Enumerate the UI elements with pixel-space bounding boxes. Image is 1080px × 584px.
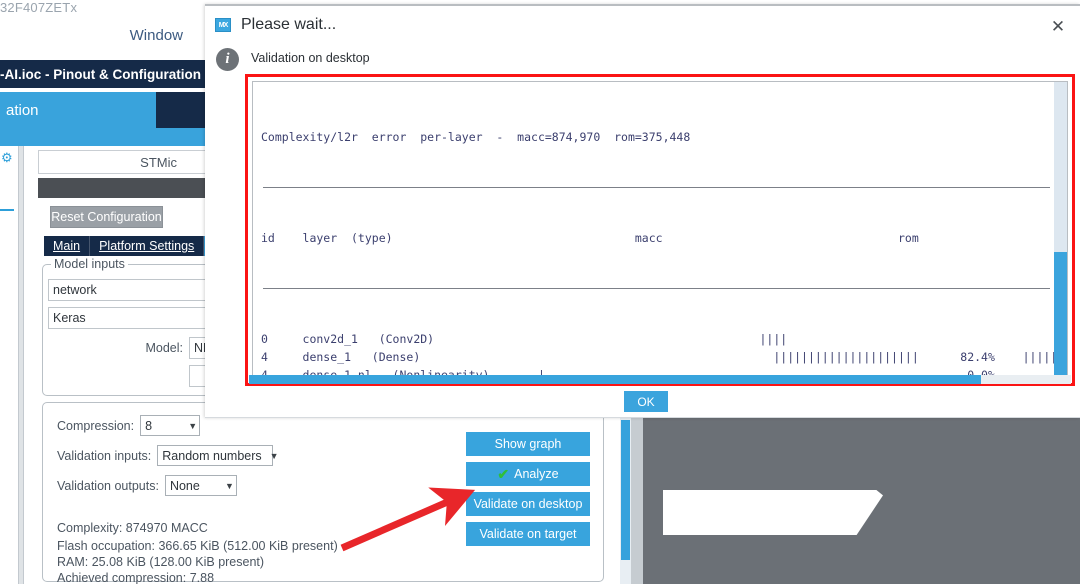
close-icon[interactable]: ✕ bbox=[1046, 15, 1070, 37]
left-rail: ⚙ bbox=[0, 146, 16, 584]
validation-outputs-value: None bbox=[169, 478, 200, 493]
tab-next[interactable] bbox=[156, 92, 205, 128]
ram-stat: RAM: 25.08 KiB (128.00 KiB present) bbox=[57, 555, 265, 569]
dialog-info-text: Validation on desktop bbox=[251, 51, 370, 65]
please-wait-dialog: MX Please wait... ✕ i Validation on desk… bbox=[205, 4, 1080, 418]
compression-select[interactable]: 8 ▼ bbox=[140, 415, 201, 436]
progress-bar-fill bbox=[249, 375, 981, 384]
console-row: 0 conv2d_1 (Conv2D) |||| | 15.6% bbox=[261, 332, 788, 346]
validation-inputs-label: Validation inputs: bbox=[57, 448, 152, 463]
mcu-part-label: 32F407ZETx bbox=[0, 0, 78, 15]
analyze-button[interactable]: ✔ Analyze bbox=[466, 462, 590, 486]
model-label: Model: bbox=[145, 341, 183, 355]
validate-on-desktop-label: Validate on desktop bbox=[473, 497, 583, 511]
validation-inputs-select[interactable]: Random numbers ▼ bbox=[157, 445, 279, 466]
console-rule-mid bbox=[263, 288, 1050, 289]
toolbar-strip bbox=[0, 128, 205, 146]
complexity-stat: Complexity: 874970 MACC bbox=[57, 521, 208, 535]
model-inputs-group-title: Model inputs bbox=[51, 257, 128, 271]
reset-configuration-button[interactable]: Reset Configuration bbox=[50, 206, 163, 228]
gray-gutter bbox=[631, 418, 643, 584]
console-text: Complexity/l2r error per-layer - macc=87… bbox=[253, 82, 1067, 378]
flash-occupation-stat: Flash occupation: 366.65 KiB (512.00 KiB… bbox=[57, 539, 338, 553]
validation-outputs-select[interactable]: None ▼ bbox=[164, 475, 237, 496]
analyze-label: Analyze bbox=[514, 467, 559, 481]
screen-root: 32F407ZETx Window BE-AI.ioc - Pinout & C… bbox=[0, 0, 1080, 584]
dialog-title-bar[interactable]: MX Please wait... bbox=[205, 6, 1080, 44]
console-output[interactable]: Complexity/l2r error per-layer - macc=87… bbox=[252, 81, 1068, 379]
achieved-compression-stat: Achieved compression: 7.88 bbox=[57, 571, 215, 584]
rail-divider bbox=[0, 209, 14, 211]
console-header: Complexity/l2r error per-layer - macc=87… bbox=[261, 130, 691, 144]
console-column-headers: id layer (type) macc rom bbox=[261, 231, 919, 245]
dialog-bottom-rule bbox=[205, 417, 1080, 418]
chevron-down-icon: ▼ bbox=[188, 420, 198, 431]
gear-icon[interactable]: ⚙ bbox=[1, 150, 13, 166]
tab-main[interactable]: Main bbox=[44, 236, 91, 256]
check-icon: ✔ bbox=[497, 465, 510, 482]
device-preview-area bbox=[643, 418, 1080, 584]
ok-button[interactable]: OK bbox=[624, 391, 668, 412]
tab-platform-settings[interactable]: Platform Settings bbox=[90, 236, 205, 256]
console-scrollbar-thumb[interactable] bbox=[1054, 252, 1067, 378]
chevron-down-icon: ▼ bbox=[269, 450, 279, 461]
validate-on-target-button[interactable]: Validate on target bbox=[466, 522, 590, 546]
console-vertical-scrollbar[interactable] bbox=[1054, 82, 1067, 378]
project-title-bar: BE-AI.ioc - Pinout & Configuration bbox=[0, 60, 205, 88]
chevron-down-icon: ▼ bbox=[225, 480, 234, 491]
console-rule-top bbox=[263, 187, 1050, 188]
validation-inputs-value: Random numbers bbox=[162, 448, 262, 463]
show-graph-button[interactable]: Show graph bbox=[466, 432, 590, 456]
main-vertical-scrollbar[interactable] bbox=[620, 418, 631, 584]
dialog-info-row: i Validation on desktop bbox=[205, 46, 1080, 74]
menu-item-window[interactable]: Window bbox=[130, 27, 183, 44]
scrollbar-thumb[interactable] bbox=[621, 420, 630, 560]
console-row: 4 dense_1 (Dense) ||||||||||||||||||||| … bbox=[261, 350, 1067, 364]
main-tab-bar: ation bbox=[0, 92, 205, 128]
preview-shape bbox=[663, 490, 883, 535]
info-icon: i bbox=[216, 48, 239, 71]
show-graph-label: Show graph bbox=[494, 437, 562, 451]
tab-configuration[interactable]: ation bbox=[0, 92, 156, 128]
progress-bar bbox=[249, 375, 1071, 384]
validation-outputs-row: Validation outputs: None ▼ bbox=[57, 475, 237, 496]
console-rows: 0 conv2d_1 (Conv2D) |||| | 15.6% 4 dense_… bbox=[261, 330, 1067, 378]
annotation-red-box: Complexity/l2r error per-layer - macc=87… bbox=[245, 74, 1075, 386]
compression-label: Compression: bbox=[57, 418, 135, 433]
mx-app-icon: MX bbox=[215, 18, 231, 32]
compression-row: Compression: 8 ▼ bbox=[57, 415, 201, 436]
validation-outputs-label: Validation outputs: bbox=[57, 478, 159, 493]
compression-value: 8 bbox=[145, 418, 153, 433]
validate-on-desktop-button[interactable]: Validate on desktop bbox=[466, 492, 590, 516]
dialog-title: Please wait... bbox=[241, 16, 337, 33]
validation-inputs-row: Validation inputs: Random numbers ▼ bbox=[57, 445, 279, 466]
menu-bar: Window bbox=[0, 22, 205, 56]
validate-on-target-label: Validate on target bbox=[479, 527, 577, 541]
